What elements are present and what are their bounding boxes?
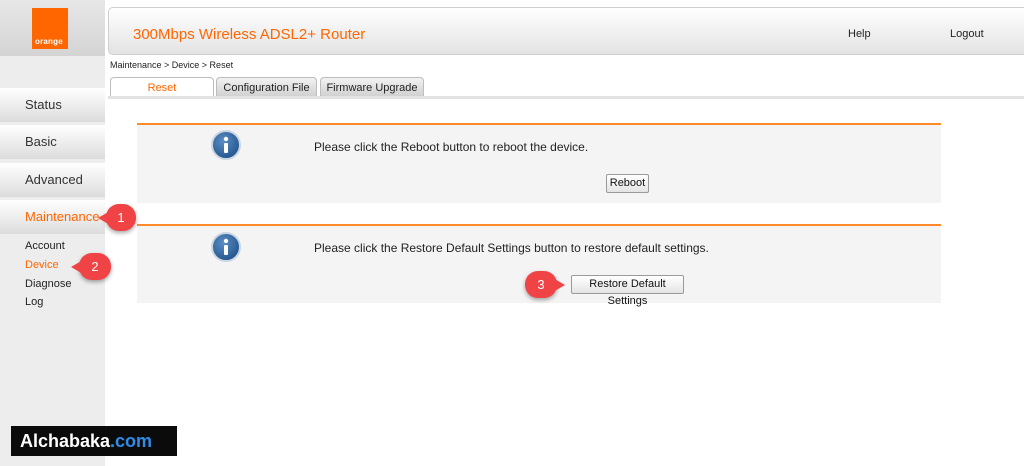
restore-instruction: Please click the Restore Default Setting… [314, 241, 709, 255]
callout-marker-2: 2 [71, 253, 111, 280]
logo-area: orange [0, 0, 105, 56]
callout-marker-1: 1 [98, 204, 136, 231]
breadcrumb: Maintenance > Device > Reset [110, 60, 234, 70]
logo-text: orange [35, 37, 63, 46]
callout-marker-3: 3 [525, 271, 565, 298]
info-icon [211, 130, 241, 160]
watermark-text: Alchabaka [20, 431, 111, 451]
sidebar-subitem-diagnose[interactable]: Diagnose [25, 278, 71, 290]
restore-default-settings-button[interactable]: Restore Default Settings [571, 275, 684, 307]
sidebar-item-basic[interactable]: Basic [0, 125, 105, 159]
header-bar: 300Mbps Wireless ADSL2+ Router Help Logo… [108, 7, 1024, 55]
sidebar-subitem-account[interactable]: Account [25, 240, 65, 252]
reboot-panel: Please click the Reboot button to reboot… [137, 123, 941, 203]
watermark-domain: .com [110, 431, 153, 451]
tab-configuration-file[interactable]: Configuration File [216, 77, 317, 97]
sidebar-item-advanced[interactable]: Advanced [0, 163, 105, 197]
sidebar-subitem-log[interactable]: Log [25, 296, 43, 308]
watermark-logo: Alchabaka.com [11, 426, 177, 456]
sidebar-subitem-device[interactable]: Device [25, 259, 59, 271]
sidebar-item-maintenance[interactable]: Maintenance [0, 200, 105, 234]
orange-logo[interactable]: orange [32, 8, 68, 49]
help-link[interactable]: Help [848, 28, 871, 40]
page-title: 300Mbps Wireless ADSL2+ Router [133, 26, 366, 43]
sidebar-item-status[interactable]: Status [0, 88, 105, 122]
reboot-button[interactable]: Reboot [606, 174, 649, 193]
sidebar: orange Status Basic Advanced Maintenance… [0, 0, 105, 466]
tab-reset[interactable]: Reset [110, 77, 214, 97]
tab-firmware-upgrade[interactable]: Firmware Upgrade [320, 77, 424, 97]
reboot-instruction: Please click the Reboot button to reboot… [314, 140, 589, 154]
logout-link[interactable]: Logout [950, 28, 984, 40]
tab-divider [108, 96, 1024, 99]
info-icon [211, 232, 241, 262]
